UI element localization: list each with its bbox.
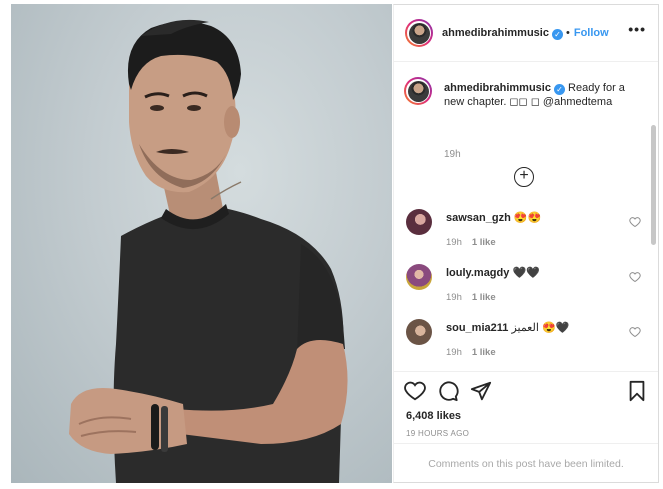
comment-text-line: louly.magdy 🖤🖤 bbox=[446, 266, 540, 279]
verified-badge-icon: ✓ bbox=[551, 29, 563, 40]
commenter-username[interactable]: sou_mia211 bbox=[446, 322, 508, 334]
comment-time[interactable]: 19h bbox=[446, 347, 462, 358]
comment-text: العميز 😍🖤 bbox=[511, 322, 570, 334]
commenter-username[interactable]: sawsan_gzh bbox=[446, 212, 511, 224]
commenter-avatar[interactable] bbox=[406, 209, 432, 235]
follow-button[interactable]: Follow bbox=[574, 27, 609, 39]
comment-text-line: sawsan_gzh 😍😍 bbox=[446, 211, 541, 224]
comment-like-heart-icon[interactable] bbox=[629, 271, 641, 283]
post-header: ahmedibrahimmusic ✓ • Follow ••• bbox=[394, 5, 658, 62]
comment-like-heart-icon[interactable] bbox=[629, 326, 641, 338]
comment-meta: 19h 1 like bbox=[446, 347, 506, 358]
post-actions-bar: 6,408 likes 19 HOURS AGO bbox=[394, 371, 658, 443]
caption-avatar[interactable] bbox=[404, 77, 432, 105]
post-side-panel: ahmedibrahimmusic ✓ • Follow ••• ahmedibrah… bbox=[393, 4, 659, 483]
comment-time[interactable]: 19h bbox=[446, 237, 462, 248]
comment-likes[interactable]: 1 like bbox=[472, 292, 496, 303]
comment-icon[interactable] bbox=[437, 380, 459, 402]
comment-item: sawsan_gzh 😍😍 19h 1 like bbox=[404, 209, 649, 259]
heart-icon[interactable] bbox=[404, 380, 426, 402]
separator-dot: • bbox=[565, 27, 570, 39]
comment-text: 🖤🖤 bbox=[512, 267, 540, 279]
comment-meta: 19h 1 like bbox=[446, 237, 506, 248]
comments-limited-notice: Comments on this post have been limited. bbox=[394, 443, 658, 483]
comments-scrollbar[interactable] bbox=[651, 125, 656, 245]
author-avatar[interactable] bbox=[405, 19, 433, 47]
like-count[interactable]: 6,408 likes bbox=[406, 410, 461, 422]
man-portrait-image bbox=[69, 19, 348, 483]
comment-like-heart-icon[interactable] bbox=[629, 216, 641, 228]
bookmark-icon[interactable] bbox=[626, 380, 648, 402]
verified-badge-icon: ✓ bbox=[553, 84, 565, 95]
author-username[interactable]: ahmedibrahimmusic bbox=[442, 27, 549, 39]
share-icon[interactable] bbox=[470, 380, 492, 402]
comment-time[interactable]: 19h bbox=[446, 292, 462, 303]
more-options-icon[interactable]: ••• bbox=[628, 21, 646, 37]
caption-text-block: ahmedibrahimmusic ✓ Ready for a new chapt… bbox=[444, 81, 639, 109]
header-user-line: ahmedibrahimmusic ✓ • Follow bbox=[442, 27, 609, 40]
post-timestamp[interactable]: 19 HOURS AGO bbox=[406, 429, 469, 438]
instagram-post-modal: ahmedibrahimmusic ✓ • Follow ••• ahmedibrah… bbox=[0, 0, 663, 489]
commenter-avatar[interactable] bbox=[406, 319, 432, 345]
comment-meta: 19h 1 like bbox=[446, 292, 506, 303]
commenter-username[interactable]: louly.magdy bbox=[446, 267, 509, 279]
caption-username[interactable]: ahmedibrahimmusic bbox=[444, 82, 551, 94]
comment-text: 😍😍 bbox=[513, 212, 542, 224]
comment-text-line: sou_mia211 العميز 😍🖤 bbox=[446, 321, 569, 334]
post-photo[interactable] bbox=[11, 4, 392, 483]
comments-section[interactable]: ahmedibrahimmusic ✓ Ready for a new chapt… bbox=[394, 63, 658, 370]
comment-likes[interactable]: 1 like bbox=[472, 347, 496, 358]
caption-time[interactable]: 19h bbox=[444, 149, 461, 160]
comment-item: louly.magdy 🖤🖤 19h 1 like bbox=[404, 264, 649, 314]
plus-circle-icon[interactable]: + bbox=[514, 167, 534, 187]
comment-likes[interactable]: 1 like bbox=[472, 237, 496, 248]
comment-item: sou_mia211 العميز 😍🖤 19h 1 like bbox=[404, 319, 649, 369]
commenter-avatar[interactable] bbox=[406, 264, 432, 290]
